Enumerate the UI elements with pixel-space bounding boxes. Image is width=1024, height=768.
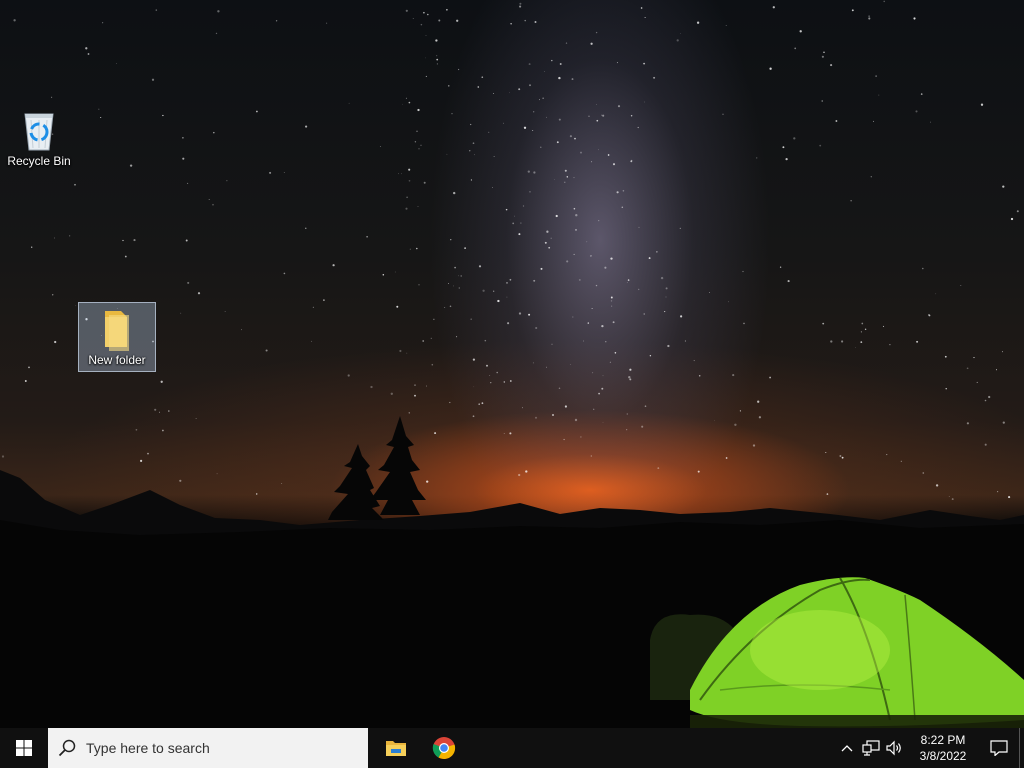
taskbar-app-chrome[interactable] [420,728,468,768]
taskbar-clock[interactable]: 8:22 PM 3/8/2022 [913,728,973,768]
action-center-button[interactable] [979,728,1019,768]
desktop-icon-recycle-bin[interactable]: Recycle Bin [1,104,77,174]
show-desktop-button[interactable] [1019,728,1024,768]
system-tray: 8:22 PM 3/8/2022 [835,728,1024,768]
search-icon [58,739,76,757]
taskbar-search-box[interactable]: Type here to search [48,728,368,768]
clock-date: 3/8/2022 [919,749,967,763]
desktop-icon-label: New folder [88,353,146,367]
desktop-icon-new-folder[interactable]: New folder [78,302,156,372]
windows-logo-icon [16,740,32,756]
chrome-icon [432,737,456,760]
tray-show-hidden-icons[interactable] [835,728,859,768]
file-explorer-icon [386,741,406,756]
clock-time: 8:22 PM [920,733,966,747]
taskbar-app-file-explorer[interactable] [372,728,420,768]
action-center-icon [990,740,1008,756]
start-button[interactable] [0,728,48,768]
tray-network[interactable] [859,728,883,768]
desktop-icon-label: Recycle Bin [7,154,71,168]
chevron-up-icon [841,745,853,752]
search-placeholder: Type here to search [86,740,210,756]
volume-icon [886,740,901,756]
folder-icon [105,311,129,351]
tray-volume[interactable] [883,728,907,768]
taskbar: Type here to search 8:22 PM 3/8/2022 [0,728,1024,768]
network-icon [862,740,880,756]
recycle-bin-icon [24,113,54,151]
